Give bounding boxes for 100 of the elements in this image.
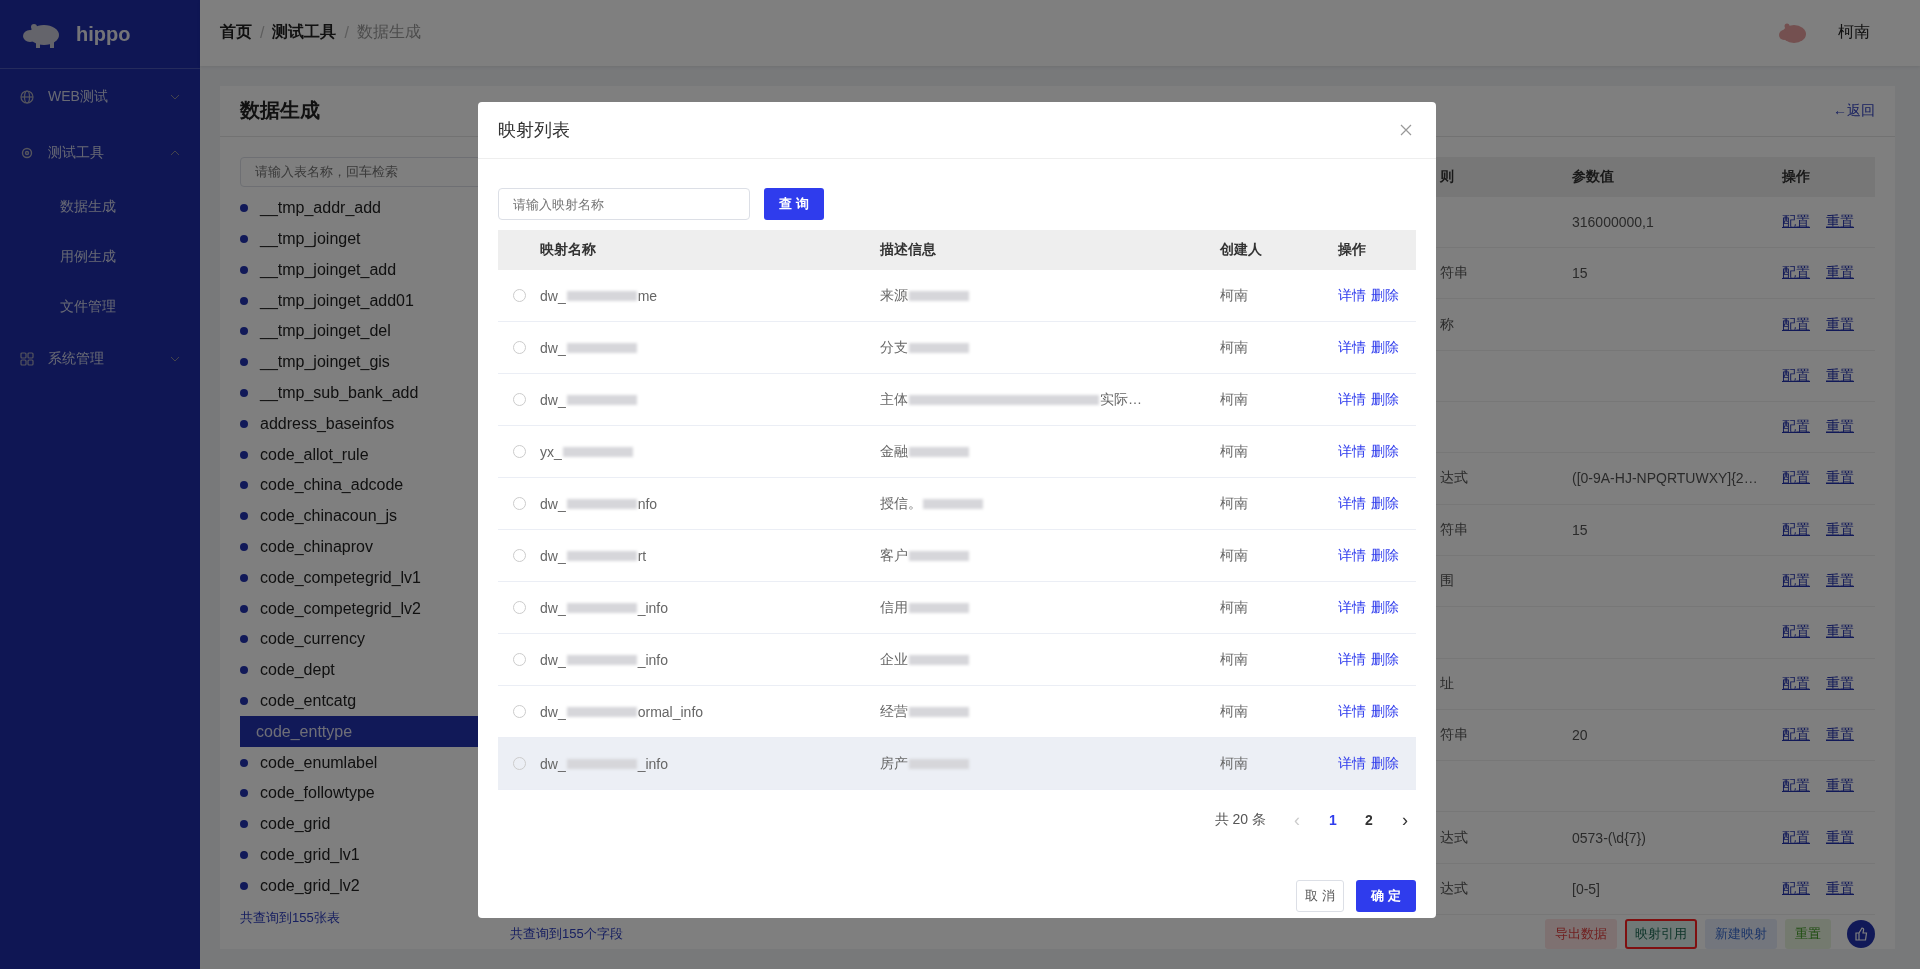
- row-action-link[interactable]: 配置: [1782, 366, 1810, 385]
- table-list-item[interactable]: code_chinaprov: [240, 531, 490, 563]
- back-link[interactable]: ←返回: [1833, 101, 1875, 120]
- floating-button[interactable]: [1847, 920, 1875, 948]
- submenu-item[interactable]: 文件管理: [0, 281, 200, 331]
- table-list-item[interactable]: __tmp_joinget_gis: [240, 346, 490, 378]
- table-list-item[interactable]: __tmp_sub_bank_add: [240, 377, 490, 409]
- table-cell: yx_: [540, 443, 562, 460]
- row-action-link[interactable]: 重置: [1826, 315, 1854, 334]
- row-action-link[interactable]: 详情: [1338, 650, 1366, 669]
- row-action-link[interactable]: 删除: [1371, 338, 1399, 357]
- mapping-search-field[interactable]: 请输入映射名称: [498, 188, 750, 220]
- table-list-item[interactable]: address_baseinfos: [240, 408, 490, 440]
- row-action-link[interactable]: 详情: [1338, 494, 1366, 513]
- breadcrumb-item[interactable]: 测试工具: [272, 22, 337, 44]
- row-action-link[interactable]: 重置: [1826, 366, 1854, 385]
- row-action-link[interactable]: 删除: [1371, 702, 1399, 721]
- table-list-item[interactable]: code_competegrid_lv2: [240, 593, 490, 624]
- page-button[interactable]: 1: [1322, 811, 1344, 829]
- dialog-title: 映射列表: [498, 119, 570, 142]
- row-action-link[interactable]: 删除: [1371, 494, 1399, 513]
- row-action-link[interactable]: 重置: [1826, 572, 1854, 591]
- table-list-item[interactable]: code_allot_rule: [240, 439, 490, 470]
- row-action-link[interactable]: 重置: [1826, 879, 1854, 898]
- row-action-link[interactable]: 重置: [1826, 213, 1854, 231]
- row-action-link[interactable]: 详情: [1338, 390, 1366, 409]
- row-action-link[interactable]: 重置: [1826, 264, 1854, 283]
- column-header: 操作: [1782, 167, 1811, 186]
- row-action-link[interactable]: 配置: [1782, 520, 1810, 539]
- row-action-link[interactable]: 配置: [1782, 725, 1810, 744]
- row-action-link[interactable]: 删除: [1371, 390, 1399, 409]
- table-cell: 分支: [880, 338, 908, 357]
- row-action-link[interactable]: 重置: [1826, 725, 1854, 744]
- breadcrumb-separator: /: [260, 23, 265, 42]
- row-action-link[interactable]: 配置: [1782, 879, 1810, 898]
- row-action-link[interactable]: 详情: [1338, 442, 1366, 461]
- row-action-link[interactable]: 详情: [1338, 598, 1366, 617]
- row-action-link[interactable]: 重置: [1826, 828, 1854, 847]
- row-action-link[interactable]: 配置: [1782, 572, 1810, 591]
- next-page-button[interactable]: ›: [1394, 808, 1416, 832]
- table-list-item[interactable]: code_currency: [240, 624, 490, 655]
- row-action-link[interactable]: 详情: [1338, 546, 1366, 565]
- submenu-item[interactable]: 用例生成: [0, 231, 200, 281]
- row-action-link[interactable]: 重置: [1826, 418, 1854, 437]
- row-action-link[interactable]: 配置: [1782, 623, 1810, 642]
- table-list-item[interactable]: code_chinacoun_js: [240, 500, 490, 532]
- row-action-link[interactable]: 删除: [1371, 650, 1399, 669]
- close-icon[interactable]: [1400, 124, 1412, 136]
- row-action-link[interactable]: 配置: [1782, 315, 1810, 334]
- row-action-link[interactable]: 详情: [1338, 286, 1366, 305]
- table-list-item[interactable]: __tmp_joinget_add: [240, 254, 490, 286]
- table-list-item[interactable]: code_enumlabel: [240, 747, 490, 778]
- row-action-link[interactable]: 配置: [1782, 674, 1810, 693]
- submenu-item[interactable]: 数据生成: [0, 181, 200, 231]
- row-action-link[interactable]: 详情: [1338, 754, 1366, 773]
- table-list-item[interactable]: code_grid: [240, 808, 490, 840]
- row-action-link[interactable]: 删除: [1371, 286, 1399, 305]
- table-cell: 符串: [1440, 725, 1468, 742]
- cancel-button[interactable]: 取 消: [1296, 880, 1344, 912]
- row-action-link[interactable]: 配置: [1782, 213, 1810, 231]
- breadcrumb-item[interactable]: 首页: [220, 22, 252, 44]
- action-button[interactable]: 映射引用: [1625, 919, 1697, 949]
- table-list-item[interactable]: code_grid_lv2: [240, 870, 490, 902]
- table-list-item[interactable]: code_china_adcode: [240, 470, 490, 501]
- page-button[interactable]: 2: [1358, 811, 1380, 829]
- row-action-link[interactable]: 详情: [1338, 702, 1366, 721]
- row-action-link[interactable]: 重置: [1826, 469, 1854, 488]
- row-action-link[interactable]: 配置: [1782, 418, 1810, 437]
- menu-item[interactable]: 测试工具: [0, 125, 200, 181]
- blurred-text: [566, 498, 637, 509]
- row-action-link[interactable]: 配置: [1782, 828, 1810, 847]
- table-list-item[interactable]: code_followtype: [240, 778, 490, 809]
- row-action-link[interactable]: 重置: [1826, 520, 1854, 539]
- table-cell: ([0-9A-HJ-NPQRTUWXY]{2…: [1572, 470, 1758, 487]
- row-action-link[interactable]: 重置: [1826, 623, 1854, 642]
- row-action-link[interactable]: 重置: [1826, 674, 1854, 693]
- row-action-link[interactable]: 配置: [1782, 264, 1810, 283]
- table-list-item[interactable]: code_competegrid_lv1: [240, 562, 490, 594]
- table-list-item[interactable]: __tmp_joinget_del: [240, 316, 490, 347]
- action-button[interactable]: 新建映射: [1705, 919, 1777, 949]
- row-action-link[interactable]: 重置: [1826, 777, 1854, 796]
- table-list-item[interactable]: __tmp_joinget_add01: [240, 285, 490, 317]
- table-list-item[interactable]: __tmp_joinget: [240, 223, 490, 255]
- row-action-link[interactable]: 删除: [1371, 442, 1399, 461]
- action-button[interactable]: 导出数据: [1545, 919, 1617, 949]
- row-action-link[interactable]: 配置: [1782, 777, 1810, 796]
- table-list-item[interactable]: code_dept: [240, 654, 490, 686]
- menu-item[interactable]: 系统管理: [0, 331, 200, 387]
- row-action-link[interactable]: 删除: [1371, 754, 1399, 773]
- row-action-link[interactable]: 删除: [1371, 598, 1399, 617]
- confirm-button[interactable]: 确 定: [1356, 880, 1416, 912]
- table-list-item[interactable]: __tmp_addr_add: [240, 192, 490, 224]
- search-button[interactable]: 查 询: [764, 188, 824, 220]
- user-name[interactable]: 柯南: [1838, 22, 1870, 44]
- row-action-link[interactable]: 删除: [1371, 546, 1399, 565]
- row-action-link[interactable]: 配置: [1782, 469, 1810, 488]
- row-action-link[interactable]: 详情: [1338, 338, 1366, 357]
- table-list-item[interactable]: code_grid_lv1: [240, 839, 490, 871]
- page-title: 数据生成: [240, 98, 320, 124]
- menu-item[interactable]: WEB测试: [0, 69, 200, 125]
